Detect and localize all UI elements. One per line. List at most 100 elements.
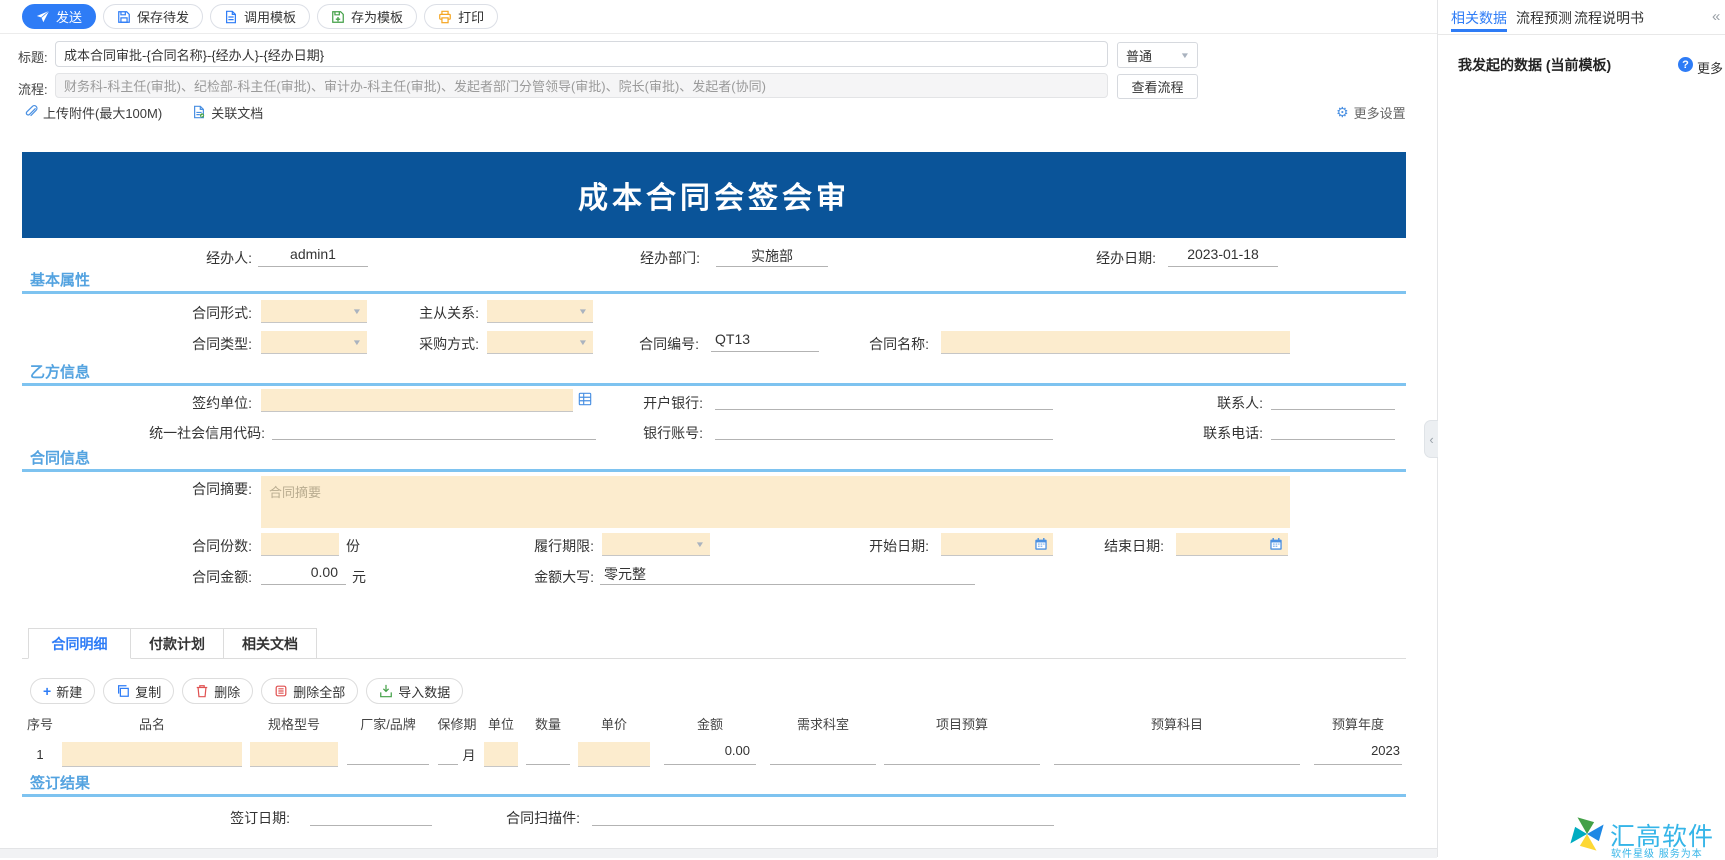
flow-input[interactable]: [55, 73, 1108, 98]
bank-field[interactable]: [715, 389, 1053, 410]
collapse-left-icon: ‹: [1429, 432, 1433, 447]
copy-icon: [116, 684, 130, 698]
send-button[interactable]: 发送: [22, 4, 96, 29]
row-price-input[interactable]: [578, 742, 650, 767]
print-button[interactable]: 打印: [424, 4, 498, 29]
row-project-budget-field[interactable]: [884, 743, 1040, 765]
plus-icon: +: [43, 683, 51, 699]
linked-doc-icon: [192, 105, 206, 119]
collapse-double-icon[interactable]: «: [1712, 8, 1720, 25]
phone-field[interactable]: [1271, 419, 1395, 440]
use-template-button[interactable]: 调用模板: [210, 4, 310, 29]
contract-scan-field[interactable]: [592, 805, 1054, 826]
view-flow-button[interactable]: 查看流程: [1117, 74, 1198, 99]
sign-date-label: 签订日期:: [156, 808, 290, 828]
agent-date-field[interactable]: 2023-01-18: [1168, 246, 1278, 267]
send-label: 发送: [56, 7, 82, 26]
my-data-section-title: 我发起的数据 (当前模板): [1458, 55, 1611, 75]
contract-form-label: 合同形式:: [118, 303, 252, 323]
tab-flow-manual[interactable]: 流程说明书: [1574, 8, 1644, 28]
row-warranty-unit: 月: [462, 745, 475, 764]
master-slave-label: 主从关系:: [345, 303, 479, 323]
section-sign-result-rule: [22, 794, 1406, 797]
section-contract-rule: [22, 469, 1406, 472]
row-dept-field[interactable]: [770, 743, 876, 765]
row-budget-subject-field[interactable]: [1054, 743, 1300, 765]
trash-icon: [195, 684, 209, 698]
contact-field[interactable]: [1271, 389, 1395, 410]
credit-code-label: 统一社会信用代码:: [108, 423, 265, 443]
tab-contract-detail[interactable]: 合同明细: [28, 628, 131, 659]
priority-select[interactable]: 普通 ▼: [1117, 42, 1198, 68]
end-date-label: 结束日期:: [1030, 536, 1164, 556]
duration-select[interactable]: ▼: [602, 533, 710, 556]
row-warranty-field[interactable]: [438, 743, 458, 765]
row-budget-year-field[interactable]: 2023: [1314, 743, 1402, 765]
panel-tabs-divider: [1438, 34, 1725, 35]
amount-cn-field[interactable]: 零元整: [600, 564, 975, 585]
amount-cn-label: 金额大写:: [460, 567, 594, 587]
section-partyb-title: 乙方信息: [30, 361, 90, 382]
flow-label: 流程:: [18, 79, 48, 98]
more-link[interactable]: 更多: [1697, 58, 1723, 77]
section-contract-title: 合同信息: [30, 447, 90, 468]
tab-related-docs[interactable]: 相关文档: [223, 628, 317, 659]
copies-unit: 份: [346, 536, 360, 556]
duration-label: 履行期限:: [460, 536, 594, 556]
copies-label: 合同份数:: [118, 536, 252, 556]
section-basic-title: 基本属性: [30, 269, 90, 290]
bank-account-field[interactable]: [715, 419, 1053, 440]
row-spec-input[interactable]: [250, 742, 338, 767]
detail-action-bar: + 新建 复制 删除 删除全部 导入数据: [30, 678, 463, 704]
form-banner-title: 成本合同会签会审: [22, 152, 1406, 238]
tab-related-data[interactable]: 相关数据: [1451, 8, 1507, 28]
agent-dept-label: 经办部门:: [566, 248, 700, 268]
tab-payment-plan[interactable]: 付款计划: [130, 628, 224, 659]
bank-account-label: 银行账号:: [569, 423, 703, 443]
gear-icon: ⚙: [1336, 104, 1349, 121]
row-item-name-input[interactable]: [62, 742, 242, 767]
agent-dept-field[interactable]: 实施部: [716, 246, 828, 267]
row-qty-field[interactable]: [526, 743, 570, 765]
save-pending-button[interactable]: 保存待发: [103, 4, 203, 29]
contract-no-label: 合同编号:: [565, 334, 699, 354]
contract-name-label: 合同名称:: [795, 334, 929, 354]
master-slave-select[interactable]: ▼: [487, 300, 593, 323]
save-as-template-button[interactable]: 存为模板: [317, 4, 417, 29]
panel-collapse-handle[interactable]: ‹: [1424, 420, 1438, 458]
contract-scan-label: 合同扫描件:: [432, 808, 580, 828]
delete-all-button[interactable]: 删除全部: [261, 678, 358, 704]
related-docs-link[interactable]: 关联文档: [192, 103, 263, 122]
agent-person-field[interactable]: admin1: [258, 246, 368, 267]
import-data-button[interactable]: 导入数据: [366, 678, 463, 704]
end-date-input[interactable]: [1176, 533, 1288, 556]
amount-unit: 元: [352, 567, 366, 587]
title-input[interactable]: [55, 41, 1108, 67]
delete-row-button[interactable]: 删除: [182, 678, 253, 704]
tab-flow-forecast[interactable]: 流程预测: [1516, 8, 1572, 28]
agent-person-label: 经办人:: [118, 248, 252, 268]
row-amount-field[interactable]: 0.00: [664, 743, 756, 765]
credit-code-field[interactable]: [272, 419, 596, 440]
huigao-logo-slogan: 软件星级 服务为本: [1611, 845, 1703, 860]
copy-row-button[interactable]: 复制: [103, 678, 174, 704]
add-row-button[interactable]: + 新建: [30, 678, 95, 704]
phone-label: 联系电话:: [1129, 423, 1263, 443]
row-unit-input[interactable]: [484, 742, 518, 767]
help-question-icon[interactable]: ?: [1678, 57, 1693, 72]
amount-field[interactable]: 0.00: [261, 564, 346, 585]
save-floppy-icon: [117, 10, 131, 24]
title-label: 标题:: [18, 47, 48, 66]
paper-plane-icon: [36, 10, 50, 24]
more-settings-link[interactable]: ⚙ 更多设置: [1336, 103, 1406, 122]
copies-input[interactable]: [261, 533, 339, 556]
sign-unit-input[interactable]: [261, 389, 573, 412]
bank-label: 开户银行:: [569, 393, 703, 413]
top-toolbar: 发送 保存待发 调用模板 存为模板 打印: [0, 0, 1437, 34]
sign-date-field[interactable]: [310, 805, 432, 826]
row-brand-field[interactable]: [347, 743, 429, 765]
summary-textarea[interactable]: [261, 476, 1290, 528]
contract-type-label: 合同类型:: [118, 334, 252, 354]
upload-attachment-link[interactable]: 上传附件(最大100M): [24, 103, 162, 122]
contract-name-input[interactable]: [941, 331, 1290, 354]
